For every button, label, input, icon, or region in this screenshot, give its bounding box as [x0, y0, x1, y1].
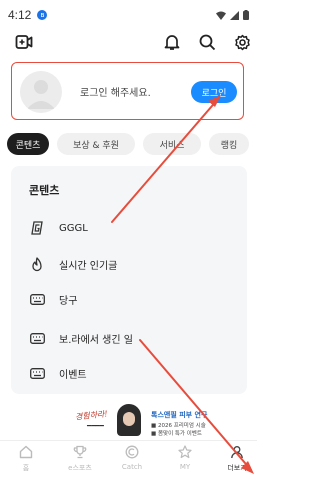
nav-more[interactable]: 더보기: [213, 443, 261, 479]
menu-item-gggl[interactable]: GGGL: [29, 217, 88, 239]
tab-services[interactable]: 서비스: [143, 133, 201, 155]
login-prompt[interactable]: 로그인 해주세요.: [80, 84, 151, 99]
tab-ranking[interactable]: 랭킹: [209, 133, 249, 155]
nav-label: e스포츠: [68, 464, 92, 472]
ad-model-image: [117, 404, 141, 436]
bell-icon[interactable]: [160, 30, 184, 54]
menu-item-realtime-popular[interactable]: 실시간 인기글: [29, 253, 117, 275]
login-button[interactable]: 로그인: [191, 81, 237, 103]
bluetooth-icon: ʙ: [37, 10, 48, 20]
gggl-logo-icon: [29, 220, 45, 236]
keyboard-icon: [29, 365, 45, 381]
ad-line-2: ■ 봄맞이 특가 이벤트: [151, 431, 202, 437]
bottom-nav: 홈 e스포츠 Catch MY 더보기: [0, 440, 257, 480]
gear-icon[interactable]: [230, 30, 254, 54]
trophy-icon: [71, 443, 89, 461]
home-icon: [17, 443, 35, 461]
person-icon: [228, 443, 246, 461]
nav-label: MY: [179, 463, 191, 471]
menu-title: 콘텐츠: [29, 184, 60, 197]
search-icon[interactable]: [195, 30, 219, 54]
menu-item-label: 이벤트: [59, 369, 87, 381]
status-time: 4:12: [8, 8, 32, 22]
status-icons: [216, 10, 249, 20]
fire-icon: [29, 256, 45, 272]
tab-rewards[interactable]: 보상 & 후원: [57, 133, 135, 155]
signal-icon: [230, 10, 239, 20]
keyboard-icon: [29, 330, 45, 346]
nav-home[interactable]: 홈: [2, 443, 50, 479]
menu-item-label: 당구: [59, 295, 78, 307]
menu-item-label: GGGL: [59, 222, 88, 234]
nav-label: 더보기: [227, 464, 247, 472]
header-toolbar: [0, 30, 257, 54]
catch-icon: [123, 443, 141, 461]
nav-catch[interactable]: Catch: [108, 443, 156, 479]
menu-item-billiards[interactable]: 당구: [29, 288, 77, 310]
nav-label: Catch: [121, 463, 143, 471]
star-icon: [176, 443, 194, 461]
login-card: 로그인 해주세요. 로그인: [11, 62, 244, 120]
menu-item-events[interactable]: 이벤트: [29, 362, 87, 384]
status-bar: 4:12 ʙ: [0, 0, 257, 30]
nav-label: 홈: [22, 464, 30, 472]
menu-item-bora-story[interactable]: 보.라에서 생긴 일: [29, 327, 133, 349]
ad-subline: ━━━━: [87, 422, 104, 430]
nav-my[interactable]: MY: [161, 443, 209, 479]
ad-line-1: ■ 2026 프리미엄 시술: [151, 423, 206, 429]
wifi-icon: [216, 11, 226, 20]
avatar: [20, 71, 62, 113]
category-tabs: 콘텐츠 보상 & 후원 서비스 랭킹: [7, 133, 257, 157]
add-video-icon[interactable]: [12, 30, 36, 54]
ad-title: 톡스앤필 피부 연구: [151, 411, 208, 419]
nav-esports[interactable]: e스포츠: [56, 443, 104, 479]
menu-item-label: 실시간 인기글: [59, 260, 118, 272]
tab-contents[interactable]: 콘텐츠: [7, 133, 49, 155]
menu-item-label: 보.라에서 생긴 일: [59, 334, 133, 346]
ad-banner[interactable]: 경험하라! ━━━━ 톡스앤필 피부 연구 ■ 2026 프리미엄 시술 ■ 봄…: [17, 402, 241, 438]
ad-headline: 경험하라!: [74, 409, 109, 422]
contents-menu-panel: 콘텐츠 GGGL 실시간 인기글 당구 보.라에서 생긴 일 이벤트: [11, 166, 247, 394]
battery-icon: [243, 10, 249, 20]
keyboard-icon: [29, 291, 45, 307]
